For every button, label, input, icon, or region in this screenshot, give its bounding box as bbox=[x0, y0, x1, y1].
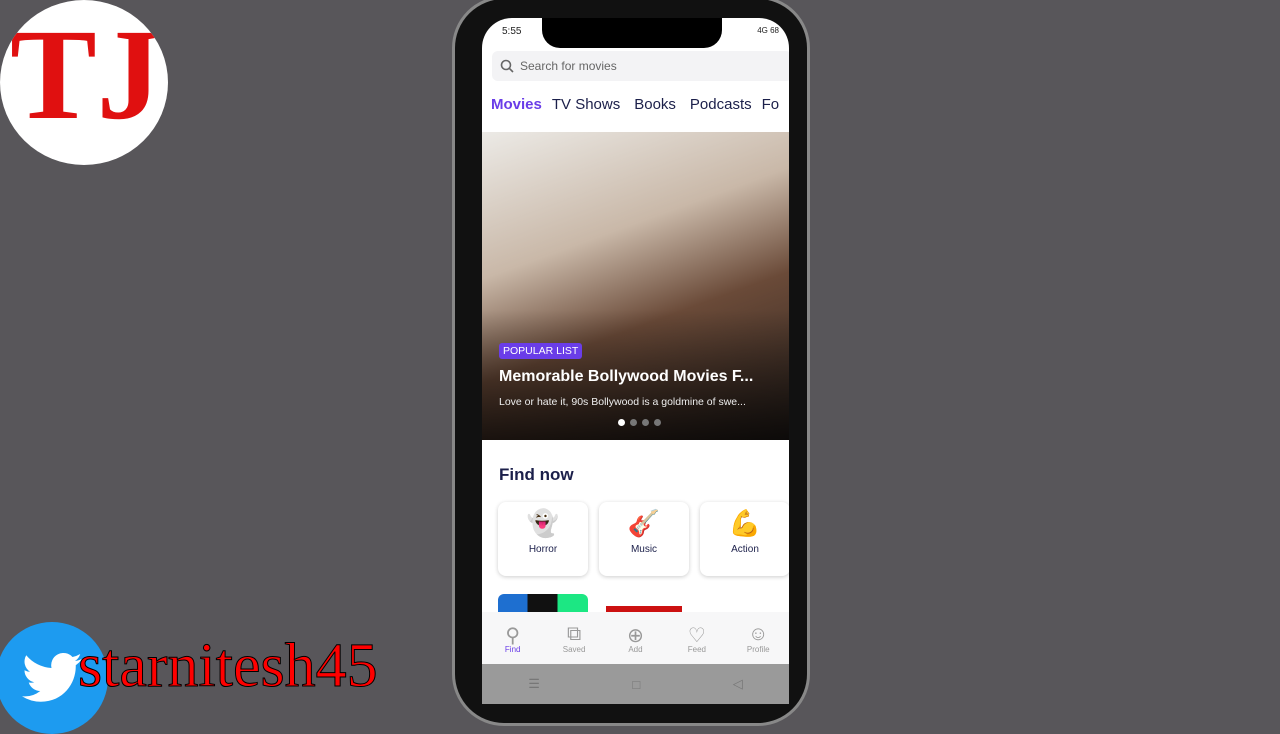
menu-icon[interactable]: ☰ bbox=[528, 676, 540, 692]
nav-find[interactable]: ⚲ Find bbox=[488, 623, 538, 654]
flexed-arm-icon: 💪 bbox=[728, 508, 762, 538]
nav-label: Feed bbox=[687, 644, 706, 654]
bookmark-icon: ⧉ bbox=[566, 622, 582, 645]
category-label: Music bbox=[630, 544, 658, 555]
category-tabs: Movies TV Shows Books Podcasts Fo bbox=[491, 96, 779, 113]
carousel-dot[interactable] bbox=[642, 419, 649, 426]
nav-profile[interactable]: ☺ Profile bbox=[733, 623, 783, 654]
find-now-heading: Find now bbox=[499, 465, 574, 484]
category-label: Action bbox=[731, 544, 759, 555]
logo-text: TJ bbox=[10, 3, 162, 147]
category-horror[interactable]: 👻 Horror bbox=[498, 502, 588, 576]
category-label: Horror bbox=[528, 544, 558, 555]
hero-title[interactable]: Memorable Bollywood Movies F... bbox=[499, 368, 753, 386]
plus-circle-icon: ⊕ bbox=[627, 624, 644, 647]
twitter-handle: starnitesh45 bbox=[78, 632, 379, 700]
nav-label: Add bbox=[628, 644, 643, 654]
hero-subtitle: Love or hate it, 90s Bollywood is a gold… bbox=[499, 396, 746, 408]
bottom-nav: ⚲ Find ⧉ Saved ⊕ Add ♡ Feed ☺ Profile bbox=[482, 612, 789, 664]
nav-add[interactable]: ⊕ Add bbox=[610, 623, 660, 654]
guitar-icon: 🎸 bbox=[627, 508, 661, 538]
notch bbox=[542, 18, 722, 48]
carousel-dot[interactable] bbox=[654, 419, 661, 426]
nav-saved[interactable]: ⧉ Saved bbox=[549, 623, 599, 654]
home-icon[interactable]: □ bbox=[632, 677, 640, 692]
phone-screen: 5:55 4G 68 Search for movies Movies TV S… bbox=[482, 18, 789, 704]
channel-logo: TJ bbox=[0, 0, 168, 165]
category-music[interactable]: 🎸 Music bbox=[599, 502, 689, 576]
streaming-services-tile[interactable] bbox=[498, 594, 588, 614]
tab-podcasts[interactable]: Podcasts bbox=[690, 96, 752, 113]
nav-label: Profile bbox=[746, 644, 770, 654]
nav-label: Saved bbox=[562, 644, 586, 654]
tab-tv-shows[interactable]: TV Shows bbox=[552, 96, 620, 113]
tab-food[interactable]: Fo bbox=[762, 96, 780, 113]
carousel-dots bbox=[618, 419, 661, 426]
carousel-dot[interactable] bbox=[618, 419, 625, 426]
person-icon: ☺ bbox=[748, 622, 769, 645]
nav-feed[interactable]: ♡ Feed bbox=[672, 623, 722, 654]
tab-books[interactable]: Books bbox=[634, 96, 676, 113]
search-icon: ⚲ bbox=[505, 624, 521, 647]
tab-movies[interactable]: Movies bbox=[491, 96, 542, 113]
heart-icon: ♡ bbox=[687, 624, 706, 647]
popular-list-badge: POPULAR LIST bbox=[499, 343, 583, 359]
hero-carousel[interactable]: POPULAR LIST Memorable Bollywood Movies … bbox=[482, 132, 789, 440]
nav-label: Find bbox=[504, 644, 521, 654]
search-placeholder: Search for movies bbox=[520, 59, 617, 73]
carousel-dot[interactable] bbox=[630, 419, 637, 426]
search-icon bbox=[500, 59, 514, 73]
status-time: 5:55 bbox=[502, 26, 522, 37]
search-input[interactable]: Search for movies bbox=[492, 51, 789, 81]
system-nav-bar: ☰ □ ◁ bbox=[482, 664, 789, 704]
category-action[interactable]: 💪 Action bbox=[700, 502, 789, 576]
back-icon[interactable]: ◁ bbox=[733, 676, 743, 692]
ghost-icon: 👻 bbox=[526, 508, 560, 538]
status-icons: 4G 68 bbox=[757, 26, 779, 35]
